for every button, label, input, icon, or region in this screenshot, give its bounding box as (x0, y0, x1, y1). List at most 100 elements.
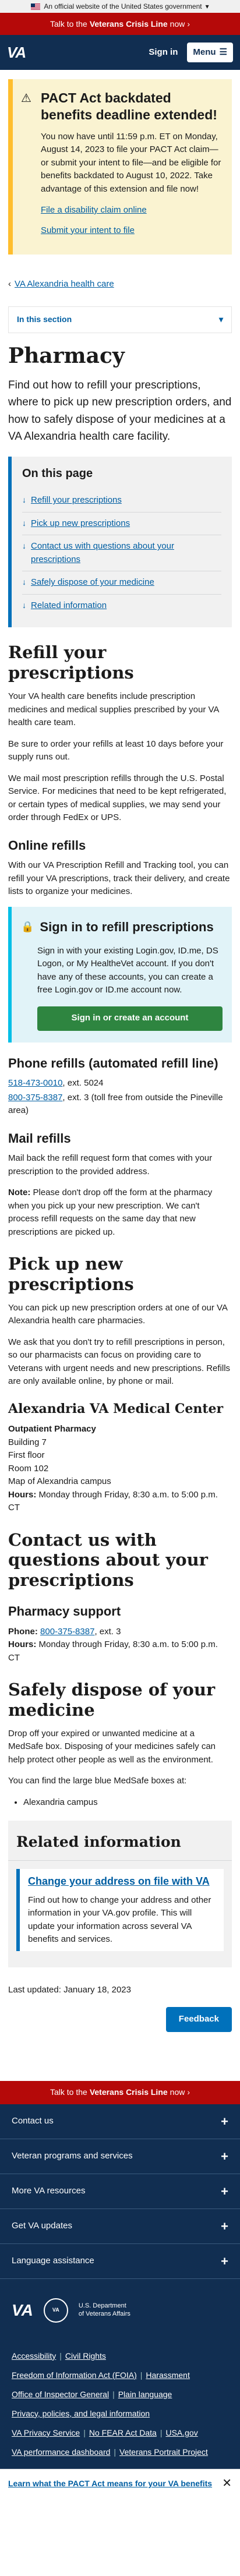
phone-label: Phone: (8, 1626, 38, 1637)
arrow-down-icon: ↓ (22, 495, 26, 505)
otp-link[interactable]: Pick up new prescriptions (31, 517, 130, 531)
footer-link[interactable]: VA Privacy Service (12, 2428, 80, 2437)
sign-in-button[interactable]: Sign in or create an account (37, 1006, 223, 1031)
pact-act-link[interactable]: Learn what the PACT Act means for your V… (8, 2478, 212, 2490)
va-logo[interactable]: VA (7, 41, 26, 64)
otp-link[interactable]: Safely dispose of your medicine (31, 576, 154, 589)
in-this-section-label: In this section (17, 315, 72, 324)
lock-icon: 🔒 (21, 920, 34, 932)
plus-icon: + (221, 2183, 228, 2199)
phone-link-1[interactable]: 518-473-0010 (8, 1078, 62, 1088)
breadcrumb: ‹ VA Alexandria health care (8, 278, 232, 291)
sign-in-link[interactable]: Sign in (149, 46, 178, 59)
otp-link[interactable]: Contact us with questions about your pre… (31, 540, 221, 566)
file-claim-link[interactable]: File a disability claim online (41, 204, 223, 217)
chevron-down-icon: ▾ (205, 2, 209, 10)
arrow-down-icon: ↓ (22, 577, 26, 587)
footer-link[interactable]: Civil Rights (65, 2351, 106, 2361)
note-label: Note: (8, 1188, 31, 1198)
crisis-bold: Veterans Crisis Line (89, 2087, 168, 2097)
related-info: Related information Change your address … (8, 1821, 232, 1967)
otp-item[interactable]: ↓ Contact us with questions about your pr… (22, 535, 221, 571)
feedback-button[interactable]: Feedback (165, 2007, 232, 2032)
plus-icon: + (221, 2114, 228, 2129)
hamburger-icon: ☰ (219, 47, 227, 57)
footer-logos: VA VA U.S. Department of Veterans Affairs (0, 2279, 240, 2342)
footer-link[interactable]: Harassment (146, 2370, 189, 2380)
mail-refills-heading: Mail refills (8, 1130, 71, 1146)
note-text: Please don't drop off the form at the ph… (8, 1188, 213, 1237)
otp-item[interactable]: ↓ Safely dispose of your medicine (22, 571, 221, 594)
page-title: Pharmacy (8, 343, 125, 368)
footer-link[interactable]: USA.gov (165, 2428, 197, 2437)
address-title: Outpatient Pharmacy (8, 1424, 96, 1434)
in-this-section-toggle[interactable]: In this section ▾ (8, 306, 232, 333)
site-footer: Contact us + Veteran programs and service… (0, 2104, 240, 2469)
pharmacy-support-heading: Pharmacy support (8, 1604, 121, 1619)
footer-accordion[interactable]: More VA resources + (0, 2174, 240, 2209)
pact-act-alert: ⚠ PACT Act backdated benefits deadline e… (8, 79, 232, 255)
gov-banner-text: An official website of the United States… (44, 2, 202, 10)
footer-accordion[interactable]: Veteran programs and services + (0, 2139, 240, 2174)
footer-link[interactable]: Freedom of Information Act (FOIA) (12, 2370, 137, 2380)
dispose-p1: Drop off your expired or unwanted medici… (8, 1728, 216, 1765)
address-line: Map of Alexandria campus (8, 1476, 111, 1487)
dispose-p2: You can find the large blue MedSafe boxe… (8, 1776, 187, 1786)
signin-box-title: Sign in to refill prescriptions (40, 919, 214, 934)
va-logo[interactable]: VA (12, 2298, 33, 2323)
warning-icon: ⚠ (21, 92, 31, 105)
dept-line: U.S. Department (78, 2302, 126, 2310)
footer-link[interactable]: VA performance dashboard (12, 2447, 110, 2457)
support-phone-link[interactable]: 800-375-8387 (40, 1627, 94, 1637)
gov-banner[interactable]: An official website of the United States… (0, 0, 240, 13)
footer-link[interactable]: Office of Inspector General (12, 2390, 109, 2399)
related-card: Change your address on file with VA Find… (16, 1868, 224, 1951)
phone-link-2[interactable]: 800-375-8387 (8, 1093, 62, 1103)
pickup-heading: Pick up new prescriptions (8, 1254, 134, 1294)
refill-p1: Your VA health care benefits include pre… (8, 691, 219, 728)
dept-line: of Veterans Affairs (78, 2310, 130, 2317)
crisis-suffix: now (170, 19, 185, 29)
footer-link[interactable]: No FEAR Act Data (89, 2428, 157, 2437)
crisis-line-banner-bottom[interactable]: Talk to the Veterans Crisis Line now › (0, 2080, 240, 2104)
otp-item[interactable]: ↓ Refill your prescriptions (22, 489, 221, 512)
address-line: First floor (8, 1450, 45, 1461)
crisis-line-banner-top[interactable]: Talk to the Veterans Crisis Line now › (0, 13, 240, 35)
otp-link[interactable]: Refill your prescriptions (31, 494, 122, 507)
chevron-down-icon: ▾ (218, 315, 223, 324)
otp-item[interactable]: ↓ Related information (22, 593, 221, 617)
phone-refills-heading: Phone refills (automated refill line) (8, 1055, 218, 1070)
otp-link[interactable]: Related information (31, 599, 107, 613)
footer-accordion[interactable]: Language assistance + (0, 2244, 240, 2279)
footer-link[interactable]: Plain language (118, 2390, 172, 2399)
pickup-p2: We ask that you don't try to refill pres… (8, 1337, 231, 1387)
close-icon[interactable]: ✕ (222, 2475, 232, 2492)
refill-p2: Be sure to order your refills at least 1… (8, 738, 224, 762)
signin-box: 🔒 Sign in to refill prescriptions Sign in… (8, 906, 232, 1043)
footer-link[interactable]: Veterans Portrait Project (119, 2447, 208, 2457)
pharmacy-support-info: Phone: 800-375-8387, ext. 3 Hours: Monda… (8, 1626, 232, 1665)
footer-link[interactable]: Accessibility (12, 2351, 56, 2361)
pharmacy-address: Outpatient Pharmacy Building 7 First flo… (8, 1423, 232, 1515)
accordion-label: Get VA updates (12, 2220, 72, 2231)
intent-to-file-link[interactable]: Submit your intent to file (41, 224, 223, 238)
otp-item[interactable]: ↓ Pick up new prescriptions (22, 511, 221, 535)
menu-label: Menu (193, 47, 216, 57)
hours-label: Hours: (8, 1639, 37, 1650)
alert-title: PACT Act backdated benefits deadline ext… (41, 90, 217, 122)
signin-box-text: Sign in with your existing Login.gov, ID… (37, 945, 218, 995)
crisis-bold: Veterans Crisis Line (89, 19, 168, 29)
phone-ext-1: , ext. 5024 (62, 1078, 104, 1089)
footer-accordion[interactable]: Contact us + (0, 2104, 240, 2139)
accordion-label: Veteran programs and services (12, 2150, 133, 2161)
footer-link[interactable]: Privacy, policies, and legal information (12, 2409, 150, 2418)
related-card-link[interactable]: Change your address on file with VA (28, 1875, 210, 1887)
hours-label: Hours: (8, 1489, 37, 1500)
contact-heading: Contact us with questions about your pre… (8, 1529, 208, 1591)
breadcrumb-link[interactable]: VA Alexandria health care (15, 278, 114, 291)
menu-button[interactable]: Menu ☰ (187, 42, 233, 63)
plus-icon: + (221, 2253, 228, 2268)
footer-accordion[interactable]: Get VA updates + (0, 2209, 240, 2244)
on-this-page: On this page ↓ Refill your prescriptions … (8, 457, 232, 628)
alert-body: You now have until 11:59 p.m. ET on Mond… (41, 131, 221, 194)
